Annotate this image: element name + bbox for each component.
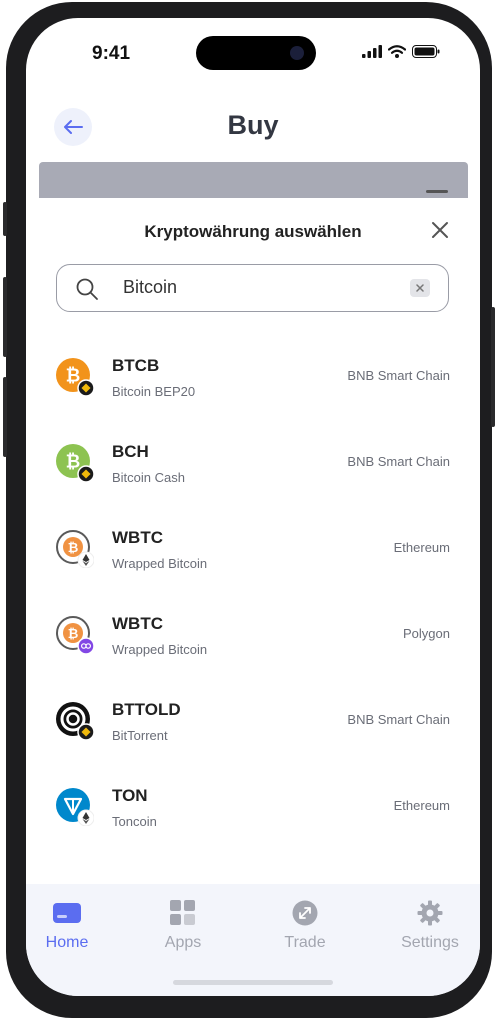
tab-label: Apps bbox=[164, 934, 202, 951]
sheet-title: Kryptowährung auswählen bbox=[144, 222, 362, 241]
bitcoin-cash-bnb-icon: ₿ bbox=[56, 444, 94, 482]
toncoin-ethereum-icon bbox=[56, 788, 94, 826]
token-symbol: TON bbox=[112, 786, 148, 805]
svg-text:₿: ₿ bbox=[66, 366, 81, 386]
search-icon bbox=[76, 278, 98, 300]
tab-home[interactable]: Home bbox=[26, 900, 117, 952]
gear-icon bbox=[417, 900, 443, 926]
apps-grid-icon bbox=[170, 900, 195, 925]
status-icons bbox=[362, 45, 440, 58]
volume-down-button bbox=[3, 377, 7, 457]
token-chain: Ethereum bbox=[393, 798, 450, 813]
wifi-icon bbox=[388, 45, 406, 58]
page-title: Buy bbox=[227, 110, 279, 140]
clear-search-button[interactable] bbox=[410, 279, 430, 297]
tab-apps[interactable]: Apps bbox=[133, 900, 233, 952]
search-box[interactable] bbox=[56, 264, 449, 312]
bittorrent-bnb-icon bbox=[56, 702, 94, 740]
clear-icon bbox=[416, 284, 424, 292]
svg-text:₿: ₿ bbox=[68, 626, 79, 641]
bottom-tab-bar: Home Apps Trade Settings bbox=[26, 884, 480, 996]
token-name: Wrapped Bitcoin bbox=[112, 556, 208, 571]
camera-dot bbox=[290, 46, 304, 60]
token-chain: Ethereum bbox=[393, 540, 450, 555]
tab-label: Home bbox=[45, 934, 89, 951]
token-chain: BNB Smart Chain bbox=[347, 454, 450, 469]
token-symbol: WBTC bbox=[112, 614, 163, 633]
tab-label: Trade bbox=[284, 934, 326, 951]
bitcoin-bnb-icon: ₿ bbox=[56, 358, 94, 396]
token-chain: BNB Smart Chain bbox=[347, 712, 450, 727]
token-chain: Polygon bbox=[403, 626, 450, 641]
token-row[interactable]: ₿ BCH Bitcoin Cash BNB Smart Chain bbox=[26, 434, 480, 520]
home-indicator bbox=[173, 980, 333, 985]
token-symbol: BCH bbox=[112, 442, 149, 461]
wrapped-bitcoin-polygon-icon: ₿ bbox=[56, 616, 94, 654]
token-symbol: WBTC bbox=[112, 528, 163, 547]
close-button[interactable] bbox=[430, 220, 450, 240]
svg-text:₿: ₿ bbox=[66, 452, 81, 472]
close-icon bbox=[432, 222, 448, 238]
volume-up-button bbox=[3, 277, 7, 357]
mute-switch bbox=[3, 202, 7, 236]
token-name: Toncoin bbox=[112, 814, 157, 829]
tab-settings[interactable]: Settings bbox=[380, 900, 480, 952]
status-bar: 9:41 bbox=[26, 18, 480, 88]
tab-label: Settings bbox=[401, 934, 459, 951]
token-row[interactable]: ₿ WBTC Wrapped Bitcoin Ethereum bbox=[26, 520, 480, 606]
crypto-select-sheet: Kryptowährung auswählen Bitcoin ₿ BTCB B… bbox=[26, 198, 480, 884]
token-symbol: BTCB bbox=[112, 356, 160, 375]
cellular-signal-icon bbox=[362, 45, 382, 58]
status-time: 9:41 bbox=[92, 43, 131, 64]
svg-text:₿: ₿ bbox=[68, 540, 79, 555]
token-row[interactable]: ₿ WBTC Wrapped Bitcoin Polygon bbox=[26, 606, 480, 692]
token-chain: BNB Smart Chain bbox=[347, 368, 450, 383]
screen: 9:41 Buy Kryptowährung auswählen Bitcoin… bbox=[26, 18, 480, 996]
token-list: ₿ BTCB Bitcoin BEP20 BNB Smart Chain ₿ B… bbox=[26, 348, 480, 864]
battery-icon bbox=[412, 45, 440, 58]
token-row[interactable]: TON Toncoin Ethereum bbox=[26, 778, 480, 864]
page-header: Buy bbox=[26, 100, 480, 156]
search-input[interactable] bbox=[123, 265, 393, 310]
token-name: Bitcoin BEP20 bbox=[112, 384, 196, 399]
background-card-handle bbox=[426, 190, 448, 193]
token-name: Wrapped Bitcoin bbox=[112, 642, 208, 657]
dynamic-island bbox=[196, 36, 316, 70]
tab-trade[interactable]: Trade bbox=[255, 900, 355, 952]
power-button bbox=[491, 307, 495, 427]
home-card-icon bbox=[53, 903, 81, 923]
token-name: Bitcoin Cash bbox=[112, 470, 185, 485]
trade-icon bbox=[292, 900, 318, 926]
token-row[interactable]: ₿ BTCB Bitcoin BEP20 BNB Smart Chain bbox=[26, 348, 480, 434]
token-name: BitTorrent bbox=[112, 728, 168, 743]
wrapped-bitcoin-ethereum-icon: ₿ bbox=[56, 530, 94, 568]
token-symbol: BTTOLD bbox=[112, 700, 181, 719]
token-row[interactable]: BTTOLD BitTorrent BNB Smart Chain bbox=[26, 692, 480, 778]
phone-frame: 9:41 Buy Kryptowährung auswählen Bitcoin… bbox=[3, 2, 495, 1018]
